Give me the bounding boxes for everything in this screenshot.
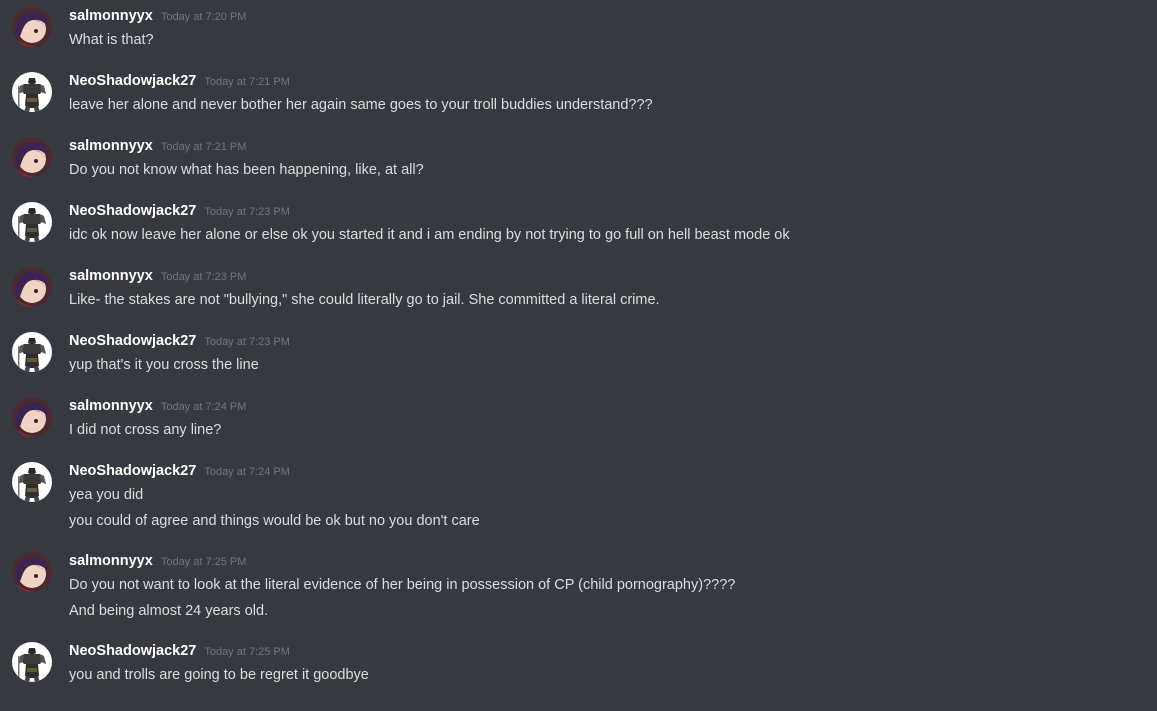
username[interactable]: salmonnyyx <box>69 8 153 24</box>
message-header: salmonnyyx Today at 7:21 PM <box>69 135 1157 157</box>
avatar-salmonnyyx[interactable] <box>12 137 52 177</box>
avatar-salmonnyyx[interactable] <box>12 7 52 47</box>
message-text: idc ok now leave her alone or else ok yo… <box>69 227 790 243</box>
message-header: NeoShadowjack27 Today at 7:23 PM <box>69 200 1157 222</box>
timestamp: Today at 7:20 PM <box>160 11 247 23</box>
message-text: you and trolls are going to be regret it… <box>69 667 369 683</box>
username[interactable]: NeoShadowjack27 <box>69 333 196 349</box>
message-group: NeoShadowjack27 Today at 7:23 PM idc ok no… <box>0 200 1157 246</box>
timestamp: Today at 7:23 PM <box>160 271 247 283</box>
avatar-neoshadowjack27[interactable] <box>12 202 52 242</box>
message-header: salmonnyyx Today at 7:20 PM <box>69 5 1157 27</box>
username[interactable]: NeoShadowjack27 <box>69 203 196 219</box>
message-group: salmonnyyx Today at 7:20 PM What is that? <box>0 5 1157 51</box>
message-group: salmonnyyx Today at 7:24 PM I did not cros… <box>0 395 1157 441</box>
message-header: NeoShadowjack27 Today at 7:21 PM <box>69 70 1157 92</box>
timestamp: Today at 7:24 PM <box>204 466 290 478</box>
message-group: NeoShadowjack27 Today at 7:24 PM yea you d… <box>0 460 1157 531</box>
message-text: I did not cross any line? <box>69 422 222 438</box>
username[interactable]: NeoShadowjack27 <box>69 463 196 479</box>
message-header: NeoShadowjack27 Today at 7:25 PM <box>69 640 1157 662</box>
message-group: salmonnyyx Today at 7:23 PM Like- the stak… <box>0 265 1157 311</box>
message-header: salmonnyyx Today at 7:24 PM <box>69 395 1157 417</box>
username[interactable]: salmonnyyx <box>69 398 153 414</box>
timestamp: Today at 7:24 PM <box>160 401 247 413</box>
avatar-salmonnyyx[interactable] <box>12 552 52 592</box>
username[interactable]: salmonnyyx <box>69 268 153 284</box>
avatar-neoshadowjack27[interactable] <box>12 332 52 372</box>
message-text: And being almost 24 years old. <box>69 603 269 619</box>
message-text: yea you did <box>69 487 144 503</box>
avatar-neoshadowjack27[interactable] <box>12 462 52 502</box>
message-text: Like- the stakes are not "bullying," she… <box>69 292 660 308</box>
username[interactable]: NeoShadowjack27 <box>69 73 196 89</box>
username[interactable]: salmonnyyx <box>69 138 153 154</box>
message-header: NeoShadowjack27 Today at 7:23 PM <box>69 330 1157 352</box>
message-group: NeoShadowjack27 Today at 7:23 PM yup that'… <box>0 330 1157 376</box>
avatar-salmonnyyx[interactable] <box>12 267 52 307</box>
message-text: yup that's it you cross the line <box>69 357 259 373</box>
message-group: salmonnyyx Today at 7:21 PM Do you not kno… <box>0 135 1157 181</box>
message-group: NeoShadowjack27 Today at 7:21 PM leave her… <box>0 70 1157 116</box>
message-header: NeoShadowjack27 Today at 7:24 PM <box>69 460 1157 482</box>
username[interactable]: salmonnyyx <box>69 553 153 569</box>
message-group: salmonnyyx Today at 7:25 PM Do you not wan… <box>0 550 1157 621</box>
timestamp: Today at 7:21 PM <box>160 141 247 153</box>
message-group: NeoShadowjack27 Today at 7:25 PM you and t… <box>0 640 1157 686</box>
timestamp: Today at 7:23 PM <box>204 336 290 348</box>
message-text: Do you not want to look at the literal e… <box>69 577 736 593</box>
avatar-neoshadowjack27[interactable] <box>12 642 52 682</box>
chat-messages: salmonnyyx Today at 7:20 PM What is that? … <box>0 0 1157 711</box>
message-text: Do you not know what has been happening,… <box>69 162 424 178</box>
username[interactable]: NeoShadowjack27 <box>69 643 196 659</box>
message-text: What is that? <box>69 32 154 48</box>
message-text: leave her alone and never bother her aga… <box>69 97 653 113</box>
message-header: salmonnyyx Today at 7:23 PM <box>69 265 1157 287</box>
timestamp: Today at 7:25 PM <box>160 556 247 568</box>
message-header: salmonnyyx Today at 7:25 PM <box>69 550 1157 572</box>
avatar-neoshadowjack27[interactable] <box>12 72 52 112</box>
avatar-salmonnyyx[interactable] <box>12 397 52 437</box>
timestamp: Today at 7:21 PM <box>204 76 290 88</box>
timestamp: Today at 7:23 PM <box>204 206 290 218</box>
message-text: you could of agree and things would be o… <box>69 513 480 529</box>
timestamp: Today at 7:25 PM <box>204 646 290 658</box>
